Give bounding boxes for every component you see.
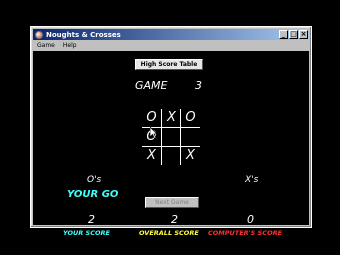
your-score-value: 2 <box>88 213 95 226</box>
computer-score-value: 0 <box>247 213 254 226</box>
maximize-button[interactable]: □ <box>289 30 298 39</box>
mouse-pointer-icon <box>150 127 158 139</box>
game-number: 3 <box>195 79 202 92</box>
menu-game[interactable]: Game <box>33 42 59 49</box>
board-cell-3[interactable]: O <box>181 109 200 127</box>
crosses-label: X's <box>245 175 259 185</box>
board-cell-6[interactable] <box>181 128 200 146</box>
overall-score-value: 2 <box>171 213 178 226</box>
board-cell-9[interactable]: X <box>181 147 200 165</box>
app-icon <box>35 30 43 39</box>
title-bar[interactable]: Noughts & Crosses _ □ × <box>33 29 309 40</box>
your-go-indicator: YOUR GO <box>67 189 119 200</box>
board-cell-1[interactable]: O <box>142 109 161 127</box>
close-button[interactable]: × <box>299 30 308 39</box>
window-title: Noughts & Crosses <box>46 30 121 39</box>
board-cell-5[interactable] <box>162 128 181 146</box>
menu-bar: Game Help <box>33 40 309 50</box>
minimize-button[interactable]: _ <box>279 30 288 39</box>
overall-score-label: OVERALL SCORE <box>139 229 199 237</box>
your-score-label: YOUR SCORE <box>63 229 110 237</box>
board-cell-7[interactable]: X <box>142 147 161 165</box>
game-area: High Score Table GAME 3 O X O O X X Next… <box>33 51 309 237</box>
menu-help[interactable]: Help <box>59 42 81 49</box>
game-label: GAME <box>135 79 168 92</box>
board-cell-8[interactable] <box>162 147 181 165</box>
next-game-button[interactable]: Next Game <box>145 197 199 208</box>
computer-score-label: COMPUTER'S SCORE <box>208 229 283 237</box>
app-window: Noughts & Crosses _ □ × Game Help High S… <box>30 26 312 237</box>
noughts-label: O's <box>87 175 102 185</box>
board-cell-2[interactable]: X <box>162 109 181 127</box>
high-score-table-button[interactable]: High Score Table <box>135 59 203 70</box>
